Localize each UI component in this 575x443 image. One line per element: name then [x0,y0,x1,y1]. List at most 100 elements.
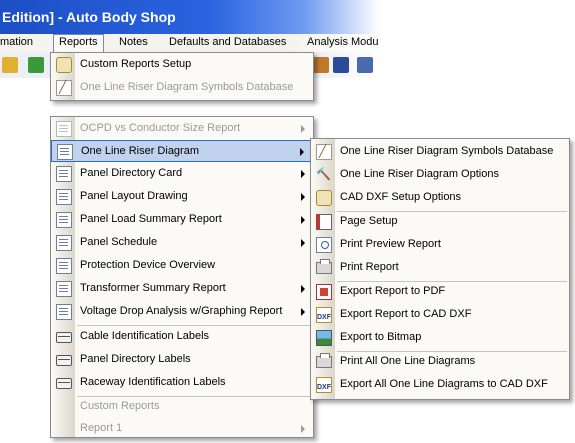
menu-item-label: Export Report to CAD DXF [340,308,472,320]
window-title: Edition] - Auto Body Shop [2,9,176,25]
menu-item-label: One Line Riser Diagram [81,145,199,157]
submenu-arrow-icon [301,239,305,247]
submenu-arrow-icon [301,425,305,433]
menu-item-panel-directory-labels[interactable]: Panel Directory Labels [51,349,313,371]
menu-item-label: Panel Directory Card [80,167,183,179]
submenu-item-print-preview[interactable]: Print Preview Report [311,234,569,256]
submenu-arrow-icon [301,170,305,178]
one-line-riser-submenu: One Line Riser Diagram Symbols Database … [310,138,570,400]
report-icon [56,121,72,137]
menu-item-label: Export All One Line Diagrams to CAD DXF [340,378,548,390]
report-icon [56,281,72,297]
menu-reports[interactable]: Reports [53,34,104,52]
menu-item-panel-directory-card[interactable]: Panel Directory Card [51,163,313,185]
menu-item-label: Custom Reports Setup [80,58,192,70]
menu-item-label: Transformer Summary Report [80,282,226,294]
toolbar-info-db-icon[interactable] [357,57,373,73]
menu-item-transformer-summary[interactable]: Transformer Summary Report [51,278,313,300]
submenu-arrow-icon [300,148,304,156]
dxf-icon [316,307,332,323]
menu-item-custom-reports-setup[interactable]: Custom Reports Setup [51,54,313,76]
stencil-icon [316,144,332,160]
report-icon [56,258,72,274]
label-icon [56,332,72,343]
menu-item-label: Cable Identification Labels [80,330,210,342]
menu-item-panel-load-summary[interactable]: Panel Load Summary Report [51,209,313,231]
menu-item-label: Voltage Drop Analysis w/Graphing Report [80,305,283,317]
menu-item-label: Protection Device Overview [80,259,216,271]
submenu-arrow-icon [301,216,305,224]
page-setup-icon [316,214,332,230]
printer-icon [316,259,332,274]
label-icon [56,355,72,366]
menu-analysis-modules[interactable]: Analysis Modu [307,36,379,48]
report-icon [56,235,72,251]
menu-item-label: Print All One Line Diagrams [340,355,476,367]
report-icon [56,189,72,205]
menu-item-protection-device-overview[interactable]: Protection Device Overview [51,255,313,277]
menu-item-label: Report 1 [80,422,123,434]
menu-notes[interactable]: Notes [119,36,148,48]
submenu-arrow-icon [301,125,305,133]
submenu-item-cad-dxf-setup[interactable]: CAD DXF Setup Options [311,187,569,209]
submenu-item-export-all-dxf[interactable]: Export All One Line Diagrams to CAD DXF [311,374,569,396]
hammer-icon [316,167,332,183]
submenu-item-print-report[interactable]: Print Report [311,257,569,279]
label-icon [56,378,72,389]
menu-item-label: Print Report [340,261,399,273]
title-bar: Edition] - Auto Body Shop [0,0,380,34]
menu-bar: mation Reports Notes Defaults and Databa… [0,34,380,52]
menu-item-label: One Line Riser Diagram Symbols Database [80,81,294,93]
menu-item-voltage-drop-analysis[interactable]: Voltage Drop Analysis w/Graphing Report [51,301,313,323]
submenu-arrow-icon [301,193,305,201]
submenu-arrow-icon [301,285,305,293]
menu-item-report-1[interactable]: Report 1 [51,418,313,440]
submenu-item-export-cad-dxf[interactable]: Export Report to CAD DXF [311,304,569,326]
menu-item-label: Print Preview Report [340,238,441,250]
submenu-arrow-icon [301,308,305,316]
pdf-icon [316,284,332,300]
toolbar-export-icon[interactable] [28,57,44,73]
menu-item-label: OCPD vs Conductor Size Report [80,122,241,134]
menu-item-label: CAD DXF Setup Options [340,191,462,203]
menu-item-label: One Line Riser Diagram Options [340,168,499,180]
menu-defaults-and-databases[interactable]: Defaults and Databases [169,36,286,48]
submenu-item-riser-diagram-options[interactable]: One Line Riser Diagram Options [311,164,569,186]
menu-item-label: Export Report to PDF [340,285,446,297]
menu-item-panel-schedule[interactable]: Panel Schedule [51,232,313,254]
printer-icon [316,353,332,368]
menu-item-panel-layout-drawing[interactable]: Panel Layout Drawing [51,186,313,208]
report-icon [56,304,72,320]
dxf-icon [316,377,332,393]
menu-item-label: Panel Schedule [80,236,158,248]
setup-icon [56,57,72,73]
report-icon [56,166,72,182]
print-preview-icon [316,237,332,253]
submenu-item-export-bitmap[interactable]: Export to Bitmap [311,327,569,349]
menu-item-label: One Line Riser Diagram Symbols Database [340,145,554,157]
submenu-item-symbols-database[interactable]: One Line Riser Diagram Symbols Database [311,141,569,163]
toolbar-tool-icon[interactable] [313,57,329,73]
submenu-item-page-setup[interactable]: Page Setup [311,211,569,233]
menu-item-label: Custom Reports [80,400,160,412]
menu-item-label: Page Setup [340,215,398,227]
toolbar-open-icon[interactable] [2,57,18,73]
submenu-item-export-pdf[interactable]: Export Report to PDF [311,281,569,303]
menu-item-one-line-riser-diagram[interactable]: One Line Riser Diagram [51,140,313,162]
menu-information[interactable]: mation [0,36,33,48]
submenu-item-print-all[interactable]: Print All One Line Diagrams [311,351,569,373]
report-icon [56,212,72,228]
menu-item-cable-identification-labels[interactable]: Cable Identification Labels [51,326,313,348]
menu-item-label: Panel Directory Labels [80,353,191,365]
reports-menu-top: Custom Reports Setup One Line Riser Diag… [50,52,314,101]
stencil-icon [56,80,72,96]
menu-item-ocpd-vs-conductor[interactable]: OCPD vs Conductor Size Report [51,118,313,140]
menu-item-label: Panel Layout Drawing [80,190,188,202]
reports-menu: OCPD vs Conductor Size Report One Line R… [50,116,314,438]
bitmap-icon [316,330,332,346]
setup-icon [316,190,332,206]
report-icon [57,144,73,160]
menu-item-raceway-identification-labels[interactable]: Raceway Identification Labels [51,372,313,394]
toolbar-info-icon[interactable] [333,57,349,73]
menu-item-symbols-database[interactable]: One Line Riser Diagram Symbols Database [51,77,313,99]
